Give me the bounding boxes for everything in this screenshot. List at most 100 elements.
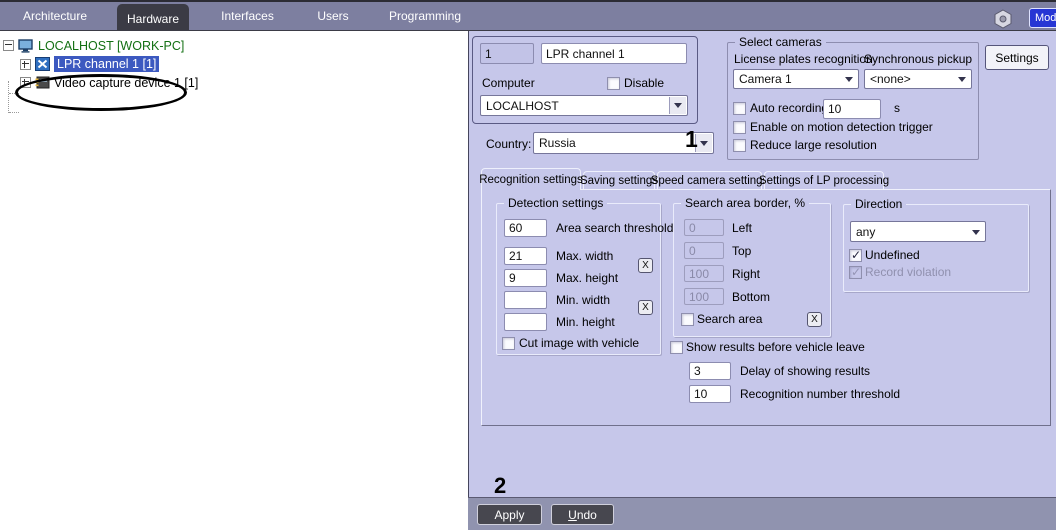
expand-icon[interactable]	[20, 77, 31, 88]
delay-field[interactable]	[689, 362, 731, 380]
tab-speed-camera-settings[interactable]: Speed camera settings	[657, 171, 762, 189]
tree-node-video-device[interactable]: Video capture device 1 [1]	[20, 74, 198, 91]
undo-button[interactable]: Undo	[551, 504, 614, 525]
delay-label: Delay of showing results	[740, 364, 870, 378]
video-device-icon	[35, 76, 50, 89]
border-top-field	[684, 242, 724, 259]
clear-search-area-button[interactable]: X	[807, 312, 822, 327]
record-violation-checkbox	[849, 266, 862, 279]
expand-icon[interactable]	[20, 59, 31, 70]
border-bottom-field	[684, 288, 724, 305]
sync-pickup-label: Synchronous pickup	[864, 52, 972, 66]
monitor-icon	[18, 39, 34, 53]
area-search-threshold-field[interactable]	[504, 219, 547, 237]
direction-select[interactable]: any	[850, 221, 986, 242]
tree-node-localhost[interactable]: LOCALHOST [WORK-PC]	[3, 37, 184, 54]
module-button[interactable]: Mod	[1029, 8, 1056, 28]
chevron-down-icon	[845, 77, 853, 82]
min-height-label: Min. height	[556, 315, 615, 329]
tree-connector	[8, 81, 9, 113]
tree-node-label[interactable]: LPR channel 1 [1]	[54, 56, 159, 72]
collapse-icon[interactable]	[3, 40, 14, 51]
sync-pickup-select[interactable]: <none>	[864, 69, 972, 89]
channel-name-field[interactable]	[541, 43, 687, 64]
threshold-field[interactable]	[689, 385, 731, 403]
tree-node-label[interactable]: Video capture device 1 [1]	[54, 76, 198, 90]
show-results-label: Show results before vehicle leave	[686, 340, 865, 354]
lpr-camera-select[interactable]: Camera 1	[733, 69, 859, 89]
apply-button[interactable]: Apply	[477, 504, 542, 525]
cut-image-checkbox[interactable]	[502, 337, 515, 350]
search-area-label: Search area	[697, 312, 762, 326]
undefined-label: Undefined	[865, 248, 920, 262]
min-height-field[interactable]	[504, 313, 547, 331]
border-bottom-label: Bottom	[732, 290, 770, 304]
hardware-tree: LOCALHOST [WORK-PC] LPR channel 1 [1] Vi…	[0, 31, 468, 530]
menu-tab-programming[interactable]: Programming	[380, 2, 470, 30]
search-area-border-title: Search area border, %	[681, 196, 809, 210]
lpr-camera-select-value: Camera 1	[739, 72, 792, 86]
lpr-camera-label: License plates recognition	[734, 52, 873, 66]
tab-saving-settings[interactable]: Saving settings	[583, 171, 655, 189]
tree-connector	[9, 93, 19, 94]
tab-recognition-settings[interactable]: Recognition settings	[481, 168, 581, 190]
border-top-label: Top	[732, 244, 751, 258]
max-height-field[interactable]	[504, 269, 547, 287]
country-select-value: Russia	[539, 136, 576, 150]
auto-recording-checkbox[interactable]	[733, 102, 746, 115]
border-right-label: Right	[732, 267, 760, 281]
detection-settings-title: Detection settings	[504, 196, 607, 210]
cut-image-label: Cut image with vehicle	[519, 336, 639, 350]
computer-select[interactable]: LOCALHOST	[480, 95, 688, 116]
record-violation-label: Record violation	[865, 265, 951, 279]
auto-recording-label: Auto recording	[750, 101, 828, 115]
max-width-field[interactable]	[504, 247, 547, 265]
search-area-checkbox[interactable]	[681, 313, 694, 326]
main-menu-bar: Architecture Hardware Interfaces Users P…	[0, 0, 1056, 31]
border-left-label: Left	[732, 221, 752, 235]
seconds-label: s	[894, 101, 900, 115]
reduce-resolution-label: Reduce large resolution	[750, 138, 877, 152]
max-height-label: Max. height	[556, 271, 618, 285]
menu-tab-interfaces[interactable]: Interfaces	[205, 2, 290, 30]
max-width-label: Max. width	[556, 249, 613, 263]
clear-max-size-button[interactable]: X	[638, 258, 653, 273]
auto-recording-time-field[interactable]	[823, 99, 881, 119]
chevron-down-icon[interactable]	[669, 97, 686, 114]
settings-button[interactable]: Settings	[985, 45, 1049, 70]
direction-select-value: any	[856, 225, 875, 239]
tab-lp-processing-settings[interactable]: Settings of LP processing	[764, 171, 884, 189]
tree-node-label[interactable]: LOCALHOST [WORK-PC]	[38, 39, 184, 53]
modules-icon[interactable]	[992, 9, 1014, 29]
threshold-label: Recognition number threshold	[740, 387, 900, 401]
min-width-field[interactable]	[504, 291, 547, 309]
undo-rest: ndo	[577, 508, 597, 522]
area-search-threshold-label: Area search threshold	[556, 221, 673, 235]
lpr-channel-icon	[35, 57, 50, 71]
menu-tab-users[interactable]: Users	[303, 2, 363, 30]
disable-label: Disable	[624, 76, 664, 90]
annotation-marker-2: 2	[494, 473, 506, 499]
min-width-label: Min. width	[556, 293, 610, 307]
motion-trigger-checkbox[interactable]	[733, 121, 746, 134]
select-cameras-title: Select cameras	[735, 35, 826, 49]
undefined-checkbox[interactable]	[849, 249, 862, 262]
annotation-marker-1: 1	[685, 126, 698, 153]
chevron-down-icon	[972, 230, 980, 235]
application-window: Architecture Hardware Interfaces Users P…	[0, 0, 1056, 530]
sync-pickup-select-value: <none>	[870, 72, 911, 86]
show-results-checkbox[interactable]	[670, 341, 683, 354]
channel-id-field[interactable]	[480, 43, 534, 64]
disable-checkbox[interactable]	[607, 77, 620, 90]
border-left-field	[684, 219, 724, 236]
tree-node-lpr-channel[interactable]: LPR channel 1 [1]	[20, 55, 159, 73]
menu-tab-hardware[interactable]: Hardware	[117, 4, 189, 33]
reduce-resolution-checkbox[interactable]	[733, 139, 746, 152]
chevron-down-icon	[958, 77, 966, 82]
menu-tab-architecture[interactable]: Architecture	[10, 2, 100, 30]
computer-label: Computer	[482, 76, 535, 90]
clear-min-size-button[interactable]: X	[638, 300, 653, 315]
tree-connector	[9, 112, 19, 113]
border-right-field	[684, 265, 724, 282]
direction-title: Direction	[851, 197, 906, 211]
